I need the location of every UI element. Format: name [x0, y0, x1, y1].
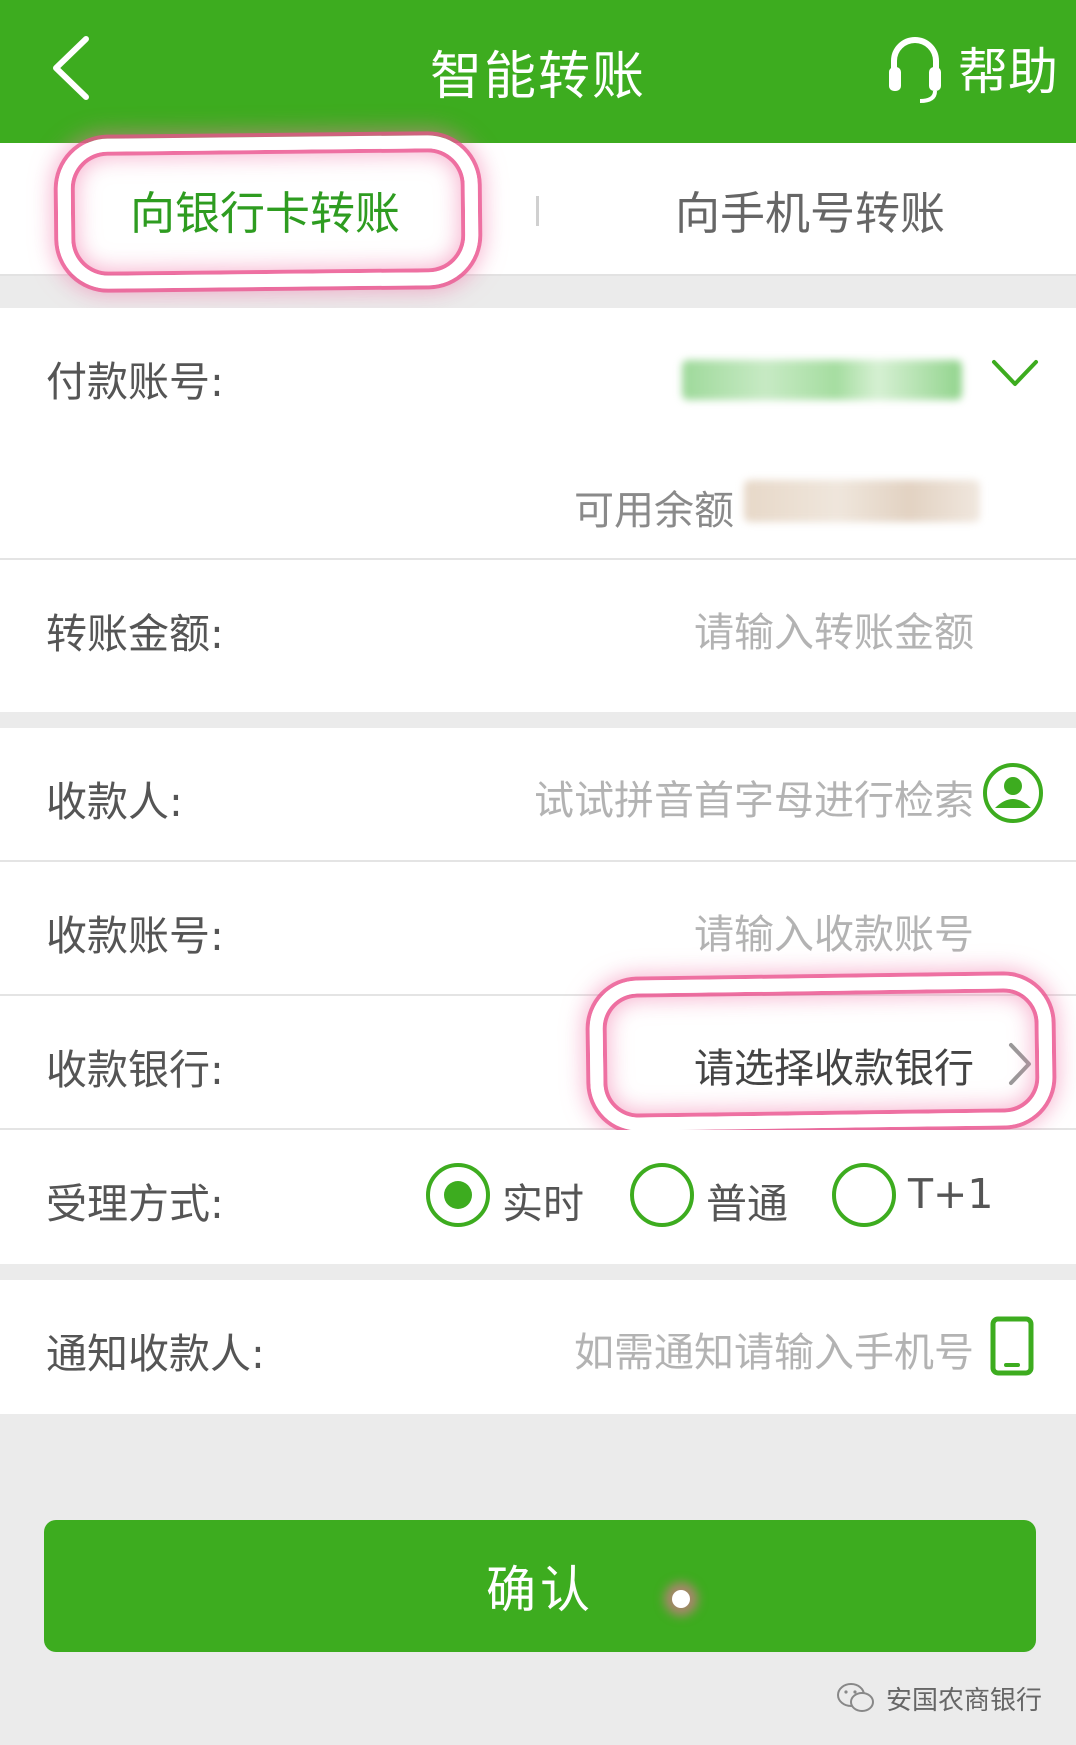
payer-account-number-redacted [682, 360, 962, 400]
watermark: 安国农商银行 [836, 1676, 1042, 1720]
amount-input[interactable]: 请输入转账金额 [694, 600, 974, 658]
radio-t-plus-1[interactable] [832, 1163, 896, 1227]
radio-realtime[interactable] [426, 1163, 490, 1227]
confirm-button[interactable]: 确认 [44, 1520, 1036, 1652]
payee-account-input[interactable]: 请输入收款账号 [694, 902, 974, 960]
payee-account-row[interactable]: 收款账号: 请输入收款账号 [0, 862, 1076, 996]
payee-bank-row[interactable]: 收款银行: 请选择收款银行 [0, 996, 1076, 1130]
watermark-text: 安国农商银行 [885, 1685, 1042, 1716]
payer-account-label: 付款账号: [46, 358, 224, 406]
headset-icon [889, 37, 941, 103]
chevron-right-icon[interactable] [1006, 1040, 1034, 1088]
help-button[interactable]: 帮助 [886, 28, 1058, 108]
radio-realtime-label[interactable]: 实时 [502, 1170, 584, 1230]
amount-row[interactable]: 转账金额: 请输入转账金额 [0, 560, 1076, 712]
phone-icon[interactable] [990, 1316, 1034, 1376]
tab-divider [536, 196, 539, 226]
tab-phone-transfer[interactable]: 向手机号转账 [580, 143, 1040, 276]
radio-t-plus-1-label[interactable]: T+1 [908, 1170, 993, 1218]
notify-label: 通知收款人: [46, 1330, 265, 1378]
payee-input[interactable]: 试试拼音首字母进行检索 [534, 768, 974, 826]
radio-normal[interactable] [630, 1163, 694, 1227]
touch-indicator [672, 1590, 690, 1608]
tab-bank-card-transfer[interactable]: 向银行卡转账 [50, 143, 480, 276]
chevron-down-icon[interactable] [990, 358, 1040, 390]
available-balance-label: 可用余额 [574, 488, 734, 534]
app-header: 智能转账 帮助 [0, 0, 1076, 143]
radio-normal-label[interactable]: 普通 [706, 1170, 788, 1230]
notify-phone-input[interactable]: 如需通知请输入手机号 [574, 1320, 974, 1378]
payee-account-label: 收款账号: [46, 912, 224, 960]
amount-label: 转账金额: [46, 610, 224, 658]
help-label: 帮助 [958, 43, 1058, 101]
processing-mode-row: 受理方式: 实时 普通 T+1 [0, 1130, 1076, 1264]
payee-row[interactable]: 收款人: 试试拼音首字母进行检索 [0, 728, 1076, 862]
notify-row[interactable]: 通知收款人: 如需通知请输入手机号 [0, 1280, 1076, 1414]
payee-label: 收款人: [46, 778, 183, 826]
payee-bank-select[interactable]: 请选择收款银行 [694, 1036, 974, 1094]
contact-icon[interactable] [982, 762, 1044, 824]
available-balance-redacted [744, 480, 980, 522]
processing-mode-label: 受理方式: [46, 1180, 224, 1228]
wechat-icon [836, 1683, 874, 1712]
payee-bank-label: 收款银行: [46, 1046, 224, 1094]
payer-account-row[interactable]: 付款账号: 可用余额 [0, 308, 1076, 560]
